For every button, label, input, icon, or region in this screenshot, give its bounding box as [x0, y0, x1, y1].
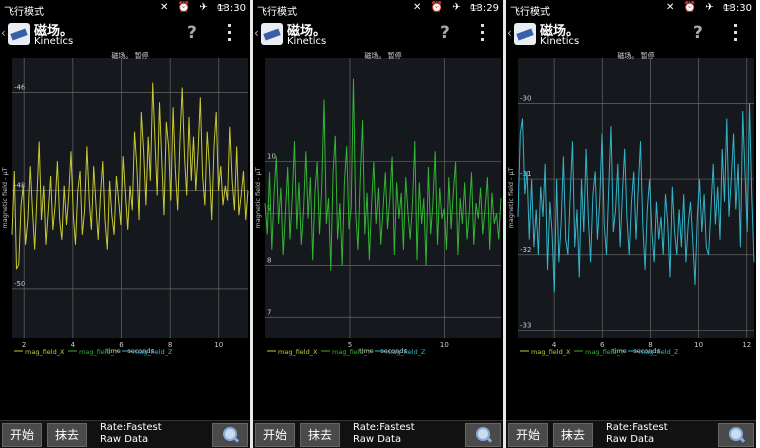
status-bar: 飞行模式 ✕ ⏰ ✈ ▭ 13:30	[506, 0, 756, 18]
magnetic-field-chart[interactable]: 磁场。 暂停-46-48-502 4 6 8 10magnetic field - μT…	[0, 50, 250, 420]
clock: 13:30	[723, 3, 752, 14]
legend-item: mag_field_Y	[585, 348, 624, 356]
raw-data-label: Raw Data	[606, 434, 655, 445]
carrier-label: 飞行模式	[257, 7, 297, 18]
start-button[interactable]: 开始	[255, 423, 295, 447]
rate-info: Rate:Fastest Raw Data	[606, 422, 668, 446]
help-icon[interactable]: ?	[187, 23, 197, 43]
legend-item: mag_field_Z	[639, 348, 679, 356]
rate-label: Rate:Fastest	[353, 422, 415, 433]
legend-item: mag_field_X	[278, 348, 318, 356]
action-bar: ‹ 磁场。 Kinetics ?	[506, 18, 756, 52]
y-axis-label: magnetic field - μT	[1, 167, 9, 228]
help-icon[interactable]: ?	[440, 23, 450, 43]
legend-item: mag_field_Y	[332, 348, 371, 356]
y-axis-label: magnetic field - μT	[507, 167, 515, 228]
chart-header: 磁场。 暂停	[617, 51, 654, 60]
erase-button[interactable]: 抹去	[47, 423, 87, 447]
start-button[interactable]: 开始	[2, 423, 42, 447]
help-icon[interactable]: ?	[693, 23, 703, 43]
y-tick-label: -30	[520, 94, 531, 102]
app-subtitle: Kinetics	[287, 36, 327, 47]
raw-data-label: Raw Data	[353, 434, 402, 445]
overflow-menu-icon[interactable]	[228, 24, 232, 42]
legend-item: mag_field_X	[25, 348, 65, 356]
zoom-button[interactable]	[465, 423, 501, 447]
zoom-button[interactable]	[718, 423, 754, 447]
y-tick-label: 10	[267, 153, 276, 161]
app-icon[interactable]	[514, 23, 536, 45]
erase-button[interactable]: 抹去	[300, 423, 340, 447]
bottom-toolbar: 开始 抹去 Rate:Fastest Raw Data	[506, 420, 756, 448]
status-bar: 飞行模式 ✕ ⏰ ✈ ▭ 13:29	[253, 0, 503, 18]
carrier-label: 飞行模式	[510, 7, 550, 18]
clock: 13:29	[470, 3, 499, 14]
app-subtitle: Kinetics	[540, 36, 580, 47]
app-subtitle: Kinetics	[34, 36, 74, 47]
app-icon[interactable]	[8, 23, 30, 45]
chart-header: 磁场。 暂停	[364, 51, 401, 60]
legend-item: mag_field_X	[531, 348, 571, 356]
overflow-menu-icon[interactable]	[481, 24, 485, 42]
back-chevron-icon[interactable]: ‹	[1, 26, 6, 40]
legend-item: mag_field_Z	[386, 348, 426, 356]
x-tick-label: 12	[742, 341, 751, 349]
legend-item: mag_field_Y	[79, 348, 118, 356]
status-bar: 飞行模式 ✕ ⏰ ✈ ▭ 13:30	[0, 0, 250, 18]
x-tick-label: 10	[214, 341, 223, 349]
phone-screen-1: 飞行模式 ✕ ⏰ ✈ ▭ 13:30 ‹ 磁场。 Kinetics ? 磁场。 …	[0, 0, 250, 448]
action-bar: ‹ 磁场。 Kinetics ?	[253, 18, 503, 52]
y-axis-label: magnetic field - μT	[254, 167, 262, 228]
y-tick-label: -32	[520, 246, 531, 254]
erase-button[interactable]: 抹去	[553, 423, 593, 447]
zoom-button[interactable]	[212, 423, 248, 447]
clock: 13:30	[217, 3, 246, 14]
y-tick-label: 8	[267, 256, 271, 264]
chart-header: 磁场。 暂停	[111, 51, 148, 60]
phone-screen-3: 飞行模式 ✕ ⏰ ✈ ▭ 13:30 ‹ 磁场。 Kinetics ? 磁场。 …	[506, 0, 756, 448]
y-tick-label: 7	[267, 308, 271, 316]
rate-label: Rate:Fastest	[606, 422, 668, 433]
phone-screen-2: 飞行模式 ✕ ⏰ ✈ ▭ 13:29 ‹ 磁场。 Kinetics ? 磁场。 …	[253, 0, 503, 448]
rate-info: Rate:Fastest Raw Data	[100, 422, 162, 446]
action-bar: ‹ 磁场。 Kinetics ?	[0, 18, 250, 52]
y-tick-label: -31	[520, 170, 531, 178]
magnetic-field-chart[interactable]: 磁场。 暂停-30-31-32-334 6 8 10 12magnetic field …	[506, 50, 756, 420]
magnetic-field-chart[interactable]: 磁场。 暂停109875 10magnetic field - μTtime - …	[253, 50, 503, 420]
x-tick-label: 10	[440, 341, 449, 349]
start-button[interactable]: 开始	[508, 423, 548, 447]
raw-data-label: Raw Data	[100, 434, 149, 445]
carrier-label: 飞行模式	[4, 7, 44, 18]
back-chevron-icon[interactable]: ‹	[507, 26, 512, 40]
overflow-menu-icon[interactable]	[734, 24, 738, 42]
bottom-toolbar: 开始 抹去 Rate:Fastest Raw Data	[253, 420, 503, 448]
rate-info: Rate:Fastest Raw Data	[353, 422, 415, 446]
back-chevron-icon[interactable]: ‹	[254, 26, 259, 40]
y-tick-label: -50	[14, 280, 25, 288]
legend-item: mag_field_Z	[133, 348, 173, 356]
y-tick-label: -33	[520, 321, 531, 329]
rate-label: Rate:Fastest	[100, 422, 162, 433]
x-tick-label: 10	[694, 341, 703, 349]
app-icon[interactable]	[261, 23, 283, 45]
bottom-toolbar: 开始 抹去 Rate:Fastest Raw Data	[0, 420, 250, 448]
x-tick-label: 4	[71, 341, 76, 349]
